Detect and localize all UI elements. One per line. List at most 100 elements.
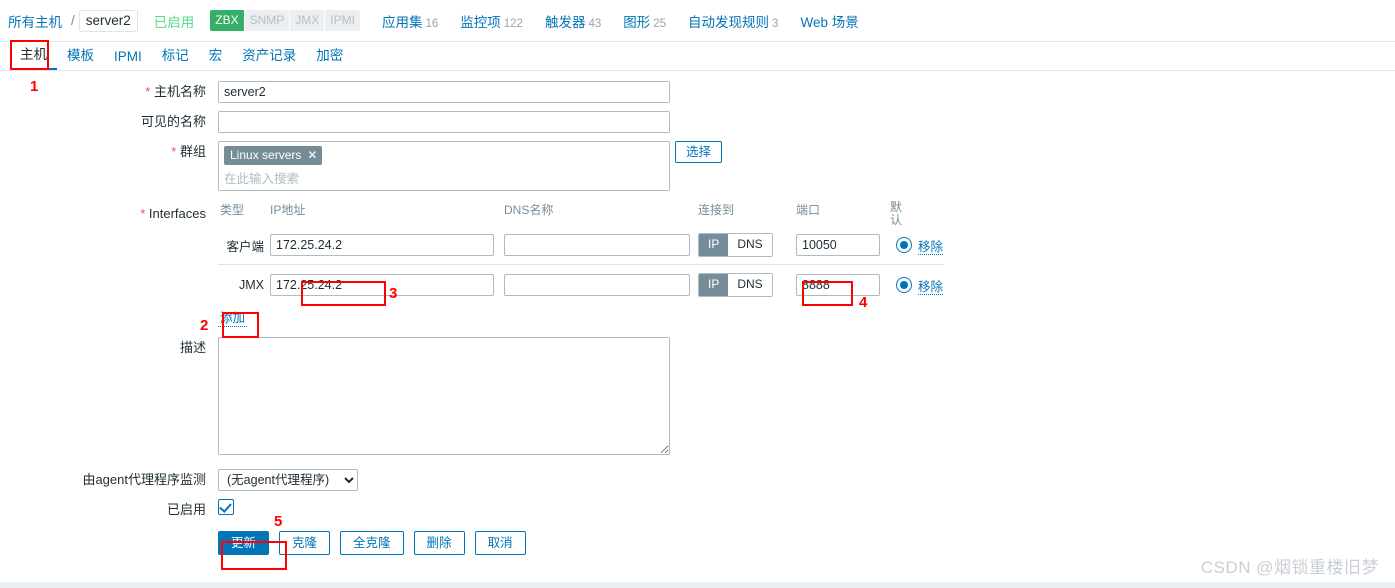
host-name-input[interactable] [218,81,670,103]
interface-type-jmx: JMX [239,278,264,292]
field-row-host-name: * 主机名称 [0,81,1395,103]
interface-ip-input-agent[interactable] [270,234,494,256]
delete-button[interactable]: 删除 [413,531,465,555]
nav-label-web-scenarios: Web 场景 [800,14,859,30]
badge-jmx[interactable]: JMX [290,10,326,31]
header-connect-to: 连接到 [698,203,735,217]
label-text-interfaces: Interfaces [148,206,206,221]
breadcrumb-all-hosts[interactable]: 所有主机 [8,11,62,31]
tab-ipmi[interactable]: IPMI [104,49,152,70]
toggle-option-dns-jmx[interactable]: DNS [728,274,772,296]
header-ip-address: IP地址 [270,203,306,217]
badge-zbx[interactable]: ZBX [210,10,245,31]
nav-count-triggers: 43 [588,17,602,30]
full-clone-button[interactable]: 全克隆 [340,531,404,555]
header-dns-name: DNS名称 [504,203,554,217]
groups-search-placeholder[interactable]: 在此输入搜索 [224,165,664,187]
interface-connect-toggle-jmx[interactable]: IP DNS [698,273,773,297]
field-row-groups: * 群组 Linux servers ✕ 在此输入搜索 选择 [0,141,1395,191]
nav-item-discovery-rules[interactable]: 自动发现规则 3 [688,11,778,31]
toggle-option-ip-agent[interactable]: IP [699,234,729,256]
interface-connect-toggle-agent[interactable]: IP DNS [698,233,773,257]
interface-default-radio-jmx[interactable] [896,277,912,293]
nav-label-graphs: 图形 [623,14,651,30]
tab-macros[interactable]: 宏 [199,44,233,70]
interface-row-divider [218,264,944,265]
cancel-button[interactable]: 取消 [474,531,526,555]
required-asterisk-interfaces: * [140,206,146,221]
label-visible-name: 可见的名称 [140,114,206,129]
host-status-enabled[interactable]: 已启用 [154,11,195,31]
breadcrumb-separator: / [71,13,75,28]
interfaces-add-row: 添加 [218,303,948,333]
group-chip-label: Linux servers [230,148,302,162]
close-icon[interactable]: ✕ [307,148,317,162]
interfaces-table-header: 类型 IP地址 DNS名称 连接到 端口 默 认 [218,201,948,227]
interface-remove-link-jmx[interactable]: 移除 [918,279,944,295]
form-tabbar: 主机 模板 IPMI 标记 宏 资产记录 加密 [0,42,1395,71]
toggle-option-ip-jmx[interactable]: IP [699,274,729,296]
label-host-name: * 主机名称 [0,81,218,103]
nav-count-items: 122 [503,17,523,30]
nav-item-triggers[interactable]: 触发器 43 [545,11,601,31]
label-text-host-name: 主机名称 [153,84,206,99]
visible-name-input[interactable] [218,111,670,133]
update-button[interactable]: 更新 [218,531,270,555]
monitored-by-proxy-select[interactable]: (无agent代理程序) [218,469,358,491]
nav-count-graphs: 25 [653,17,667,30]
nav-label-applications: 应用集 [381,14,423,30]
interface-type-agent: 客户端 [226,239,264,254]
nav-count-discovery-rules: 3 [772,17,779,30]
description-textarea[interactable] [218,337,670,455]
tab-inventory[interactable]: 资产记录 [232,44,306,70]
interface-ip-input-jmx[interactable] [270,274,494,296]
interface-row-jmx: JMX IP DNS 移除 [218,267,948,303]
field-row-visible-name: 可见的名称 [0,111,1395,133]
csdn-watermark: CSDN @烟锁重楼旧梦 [1200,558,1379,577]
interface-port-input-agent[interactable] [796,234,880,256]
interface-dns-input-jmx[interactable] [504,274,690,296]
nav-label-discovery-rules: 自动发现规则 [688,14,770,30]
tab-encryption[interactable]: 加密 [306,44,353,70]
tab-templates[interactable]: 模板 [57,44,104,70]
field-row-monitored-by-proxy: 由agent代理程序监测 (无agent代理程序) [0,469,1395,491]
label-text-groups: 群组 [179,144,206,159]
host-edit-form: * 主机名称 可见的名称 * 群组 Linux servers ✕ 在此输入搜索 … [0,71,1395,555]
interface-availability-badges: ZBX SNMP JMX IPMI [210,10,360,31]
nav-item-items[interactable]: 监控项 122 [460,11,523,31]
header-type: 类型 [220,203,245,217]
label-interfaces: * Interfaces [0,201,218,227]
tab-tags[interactable]: 标记 [152,44,199,70]
interface-add-link[interactable]: 添加 [218,310,248,327]
interface-remove-link-agent[interactable]: 移除 [918,239,944,255]
tab-host[interactable]: 主机 [10,43,57,70]
groups-select-button[interactable]: 选择 [675,141,723,163]
nav-item-applications[interactable]: 应用集 16 [382,11,438,31]
breadcrumb-nav: 所有主机 / server2 已启用 ZBX SNMP JMX IPMI 应用集… [0,0,1395,42]
header-default-line2: 认 [890,213,903,227]
badge-snmp[interactable]: SNMP [244,10,291,31]
interface-row-agent: 客户端 IP DNS 移除 [218,227,948,263]
header-port: 端口 [796,203,821,217]
nav-item-web-scenarios[interactable]: Web 场景 [800,11,858,31]
enabled-checkbox[interactable] [218,499,234,515]
label-description: 描述 [179,340,206,355]
label-groups: * 群组 [0,141,218,163]
form-action-buttons: 更新 克隆 全克隆 删除 取消 [0,531,1395,555]
badge-ipmi[interactable]: IPMI [325,10,360,31]
required-asterisk-host-name: * [145,84,151,99]
interface-dns-input-agent[interactable] [504,234,690,256]
bottom-strip [0,582,1395,588]
toggle-option-dns-agent[interactable]: DNS [728,234,772,256]
field-row-interfaces: * Interfaces 类型 IP地址 DNS名称 连接到 端口 默 认 客户… [0,201,1395,333]
groups-multiselect[interactable]: Linux servers ✕ 在此输入搜索 [218,141,670,191]
label-enabled: 已启用 [166,502,206,517]
nav-item-graphs[interactable]: 图形 25 [623,11,666,31]
group-chip: Linux servers ✕ [224,146,323,165]
interface-default-radio-agent[interactable] [896,237,912,253]
nav-label-triggers: 触发器 [544,14,586,30]
required-asterisk-groups: * [171,144,177,159]
clone-button[interactable]: 克隆 [279,531,331,555]
interface-port-input-jmx[interactable] [796,274,880,296]
interfaces-table: 类型 IP地址 DNS名称 连接到 端口 默 认 客户端 IP [218,201,948,333]
